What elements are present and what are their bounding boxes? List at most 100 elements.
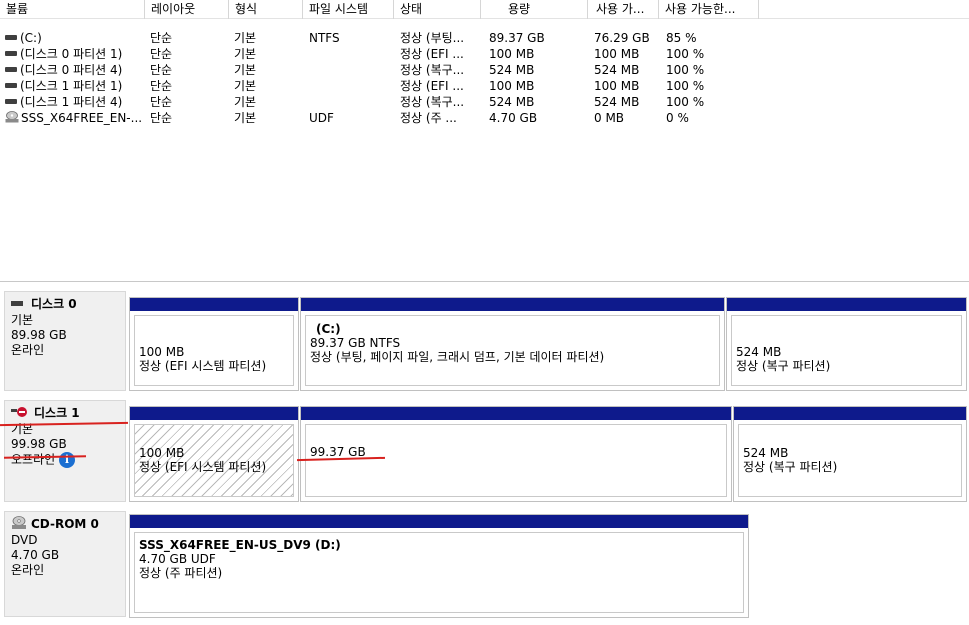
disk-0-partition-c[interactable]: (C:) 89.37 GB NTFS 정상 (부팅, 페이지 파일, 크래시 덤… xyxy=(300,297,725,391)
disk-1-partition-main[interactable]: 99.37 GB xyxy=(300,406,732,502)
disk-0-title: 디스크 0 xyxy=(11,296,119,312)
partition-bar xyxy=(734,407,966,420)
disk-0-info[interactable]: 디스크 0 기본 89.98 GB 온라인 xyxy=(4,291,126,391)
volume-list: 볼륨 레이아웃 형식 파일 시스템 상태 용량 사용 가... 사용 가능한..… xyxy=(0,0,969,282)
partition-bar xyxy=(301,407,731,420)
cell-filesystem xyxy=(309,94,394,110)
volume-row[interactable]: (디스크 1 파티션 4) 단순 기본 정상 (복구... 524 MB 524 MB 10… xyxy=(0,94,969,110)
disk-offline-icon xyxy=(11,407,27,417)
cdrom-0-partition[interactable]: SSS_X64FREE_EN-US_DV9 (D:) 4.70 GB UDF 정… xyxy=(129,514,749,618)
cell-layout: 단순 xyxy=(150,111,173,125)
partition-size: 524 MB xyxy=(743,446,789,460)
cdrom-0-info[interactable]: CD-ROM 0 DVD 4.70 GB 온라인 xyxy=(4,511,126,617)
cell-status: 정상 (EFI ... xyxy=(400,79,464,93)
volume-name: (디스크 0 파티션 1) xyxy=(20,47,123,61)
disk-1-row: 디스크 1 기본 99.98 GB 오프라인 i 100 MB 정상 (EFI … xyxy=(0,400,969,502)
volume-row[interactable]: (디스크 0 파티션 4) 단순 기본 정상 (복구... 524 MB 524 MB 10… xyxy=(0,62,969,78)
disk-0-type: 기본 xyxy=(11,313,34,327)
cell-capacity: 524 MB xyxy=(489,95,535,109)
cell-capacity: 100 MB xyxy=(489,79,535,93)
cell-volume: (C:) xyxy=(5,30,145,46)
partition-bar xyxy=(130,407,298,420)
disk-0-name: 디스크 0 xyxy=(31,297,77,311)
cell-free-space: 100 MB xyxy=(594,79,640,93)
partition-status: 정상 (EFI 시스템 파티션) xyxy=(139,359,267,373)
cell-type: 기본 xyxy=(234,47,257,61)
cell-type: 기본 xyxy=(234,79,257,93)
volume-row[interactable]: (디스크 0 파티션 1) 단순 기본 정상 (EFI ... 100 MB 100 MB… xyxy=(0,46,969,62)
disk-1-info[interactable]: 디스크 1 기본 99.98 GB 오프라인 i xyxy=(4,400,126,502)
partition-bar xyxy=(301,298,724,311)
disk-0-partition-efi[interactable]: 100 MB 정상 (EFI 시스템 파티션) xyxy=(129,297,299,391)
cell-volume: SSS_X64FREE_EN-... xyxy=(5,110,145,126)
partition-label: SSS_X64FREE_EN-US_DV9 (D:) xyxy=(139,538,341,552)
cell-type: 기본 xyxy=(234,31,257,45)
partition-status: 정상 (복구 파티션) xyxy=(736,359,831,373)
cell-capacity: 524 MB xyxy=(489,63,535,77)
partition-body: 524 MB 정상 (복구 파티션) xyxy=(731,315,962,386)
cdrom-0-row: CD-ROM 0 DVD 4.70 GB 온라인 SSS_X64FREE_EN-… xyxy=(0,511,969,619)
disk-icon xyxy=(11,300,23,306)
col-header-status[interactable]: 상태 xyxy=(394,0,481,19)
cdrom-0-size: 4.70 GB xyxy=(11,548,60,562)
partition-label: (C:) xyxy=(316,322,341,336)
volume-name: (C:) xyxy=(20,31,42,45)
cell-status: 정상 (EFI ... xyxy=(400,47,464,61)
cell-type: 기본 xyxy=(234,95,257,109)
partition-size: 100 MB xyxy=(139,446,185,460)
drive-icon xyxy=(5,51,17,56)
volume-name: (디스크 0 파티션 4) xyxy=(20,63,123,77)
cell-layout: 단순 xyxy=(150,63,173,77)
cell-free-space: 524 MB xyxy=(594,63,640,77)
disk-0-partition-recovery[interactable]: 524 MB 정상 (복구 파티션) xyxy=(726,297,967,391)
partition-size: 100 MB xyxy=(139,345,185,359)
cell-capacity: 4.70 GB xyxy=(489,111,538,125)
cdrom-0-name: CD-ROM 0 xyxy=(31,517,99,531)
col-header-free-space[interactable]: 사용 가... xyxy=(588,0,659,19)
volume-row[interactable]: (C:) 단순 기본 NTFS 정상 (부팅... 89.37 GB 76.29 GB 85 … xyxy=(0,30,969,46)
col-header-free-percent[interactable]: 사용 가능한... xyxy=(659,0,759,19)
cell-filesystem xyxy=(309,46,394,62)
cell-status: 정상 (부팅... xyxy=(400,31,465,45)
volume-row[interactable]: (디스크 1 파티션 1) 단순 기본 정상 (EFI ... 100 MB 100 MB… xyxy=(0,78,969,94)
volume-name: (디스크 1 파티션 1) xyxy=(20,79,123,93)
volume-name: SSS_X64FREE_EN-... xyxy=(21,111,143,125)
cell-free-space: 0 MB xyxy=(594,111,625,125)
info-icon[interactable]: i xyxy=(59,452,75,468)
partition-body: 524 MB 정상 (복구 파티션) xyxy=(738,424,962,497)
disk-1-title: 디스크 1 xyxy=(11,405,119,421)
cell-free-percent: 100 % xyxy=(666,95,705,109)
cell-free-percent: 100 % xyxy=(666,63,705,77)
partition-size: 4.70 GB UDF xyxy=(139,552,216,566)
cdrom-0-state: 온라인 xyxy=(11,563,45,577)
disk-0-row: 디스크 0 기본 89.98 GB 온라인 100 MB 정상 (EFI 시스템… xyxy=(0,291,969,391)
disk-1-size: 99.98 GB xyxy=(11,437,67,451)
cell-status: 정상 (주 ... xyxy=(400,111,457,125)
col-header-capacity[interactable]: 용량 xyxy=(481,0,588,19)
disk-1-partition-recovery[interactable]: 524 MB 정상 (복구 파티션) xyxy=(733,406,967,502)
cell-layout: 단순 xyxy=(150,95,173,109)
volume-row[interactable]: SSS_X64FREE_EN-... 단순 기본 UDF 정상 (주 ... 4.70 G… xyxy=(0,110,969,126)
col-header-filesystem[interactable]: 파일 시스템 xyxy=(303,0,394,19)
disk-1-state-line: 오프라인 i xyxy=(11,452,119,468)
col-header-layout[interactable]: 레이아웃 xyxy=(145,0,229,19)
partition-size: 89.37 GB NTFS xyxy=(310,336,401,350)
drive-icon xyxy=(5,35,17,40)
drive-icon xyxy=(5,99,17,104)
col-header-type[interactable]: 형식 xyxy=(229,0,303,19)
cell-free-percent: 100 % xyxy=(666,79,705,93)
volume-name: (디스크 1 파티션 4) xyxy=(20,95,123,109)
cell-layout: 단순 xyxy=(150,79,173,93)
partition-status: 정상 (EFI 시스템 파티션) xyxy=(139,460,267,474)
partition-size: 524 MB xyxy=(736,345,782,359)
cell-type: 기본 xyxy=(234,111,257,125)
disk-1-partition-efi[interactable]: 100 MB 정상 (EFI 시스템 파티션) xyxy=(129,406,299,502)
cdrom-0-type: DVD xyxy=(11,533,38,547)
volume-list-header: 볼륨 레이아웃 형식 파일 시스템 상태 용량 사용 가... 사용 가능한..… xyxy=(0,0,969,19)
cell-free-space: 524 MB xyxy=(594,95,640,109)
disk-0-size: 89.98 GB xyxy=(11,328,67,342)
cell-capacity: 89.37 GB xyxy=(489,31,545,45)
partition-bar xyxy=(130,298,298,311)
col-header-volume[interactable]: 볼륨 xyxy=(0,0,145,19)
cell-filesystem xyxy=(309,62,394,78)
